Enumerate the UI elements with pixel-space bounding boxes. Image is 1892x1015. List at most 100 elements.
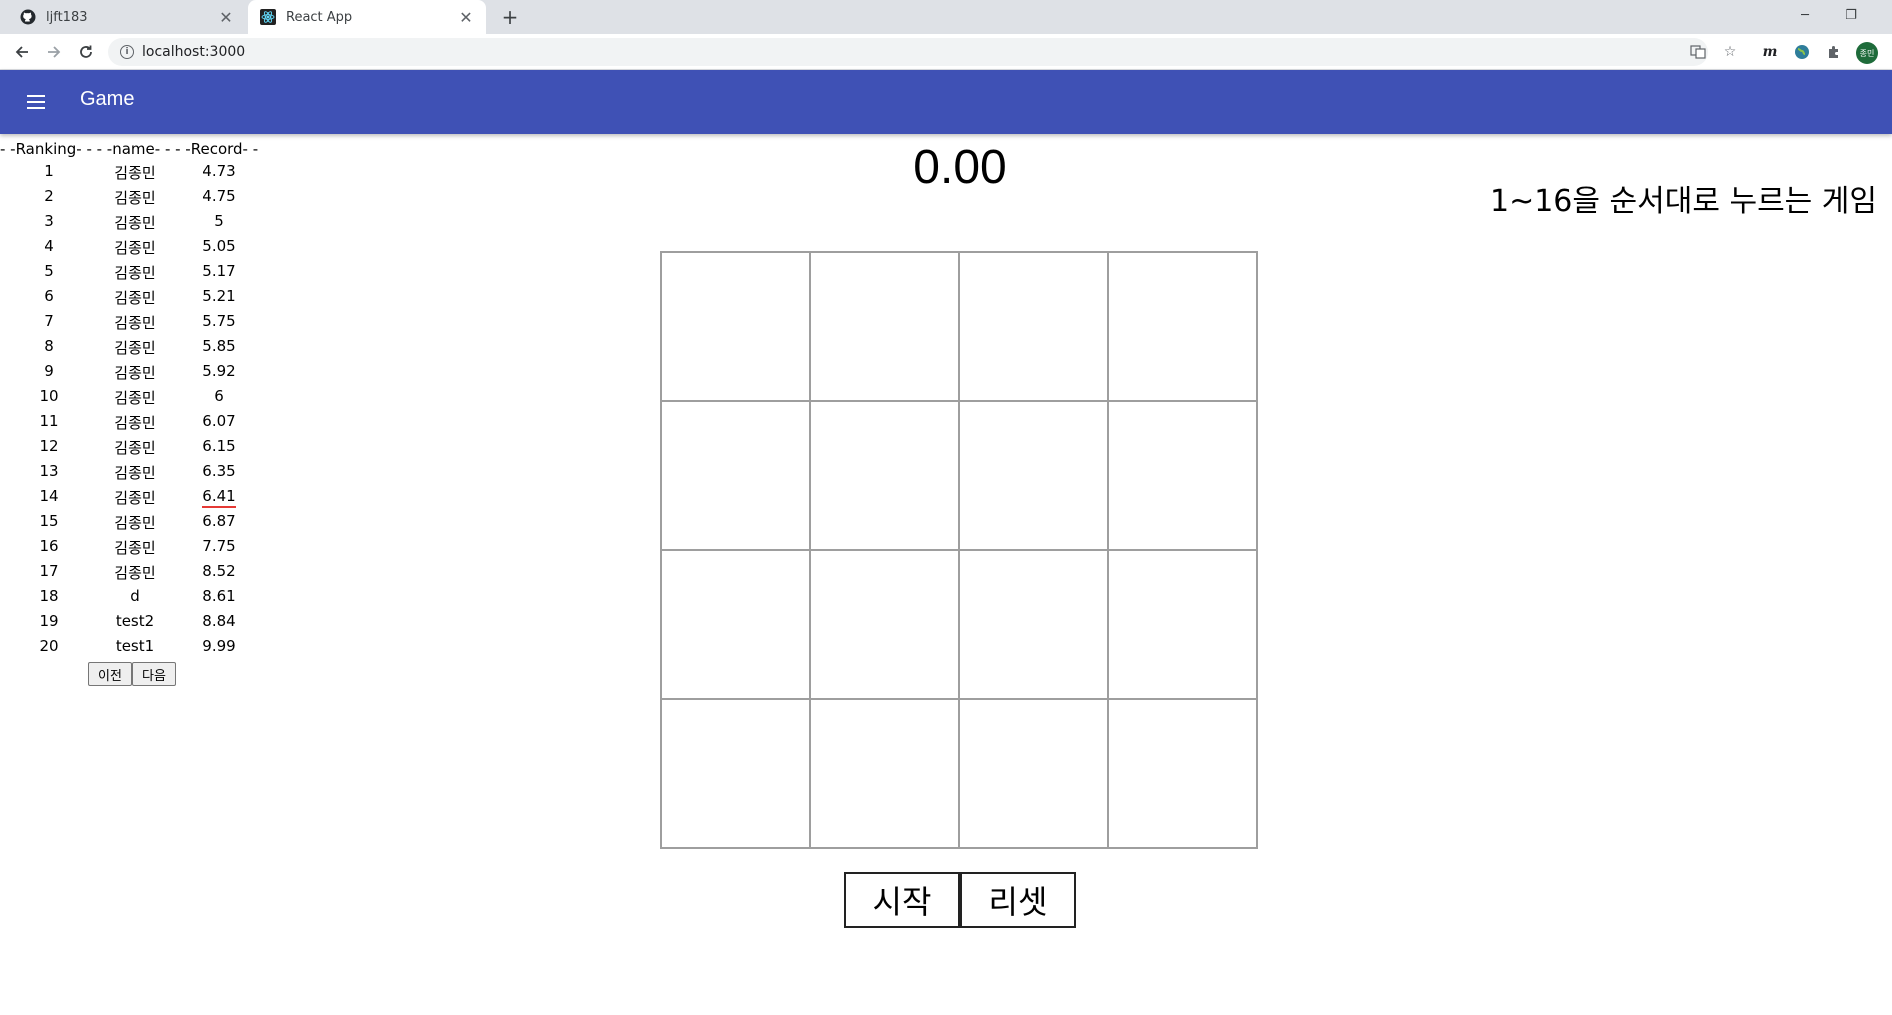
ranking-pager: 이전 다음 [88,662,176,686]
ranking-row: 13 김종민 6.35 [0,460,270,485]
rank-cell: 16 [39,537,59,555]
name-cell: d [130,587,140,605]
info-icon[interactable]: i [120,45,134,59]
ranking-row: 19 test2 8.84 [0,610,270,635]
prev-page-button[interactable]: 이전 [88,662,132,686]
record-cell: 5.75 [202,312,236,330]
record-cell: 5.21 [202,287,236,305]
ranking-row: 10 김종민 6 [0,385,270,410]
forward-arrow-icon[interactable] [40,38,68,66]
ranking-row: 2 김종민 4.75 [0,185,270,210]
close-icon[interactable]: ✕ [214,5,238,29]
rank-cell: 18 [39,587,59,605]
record-cell: 5.85 [202,337,236,355]
grid-cell[interactable] [1108,550,1257,699]
address-bar[interactable]: i localhost:3000 [108,38,1708,66]
grid-cell[interactable] [1108,252,1257,401]
record-cell: 6.35 [202,462,236,480]
close-icon[interactable]: ✕ [454,5,478,29]
record-cell: 6.87 [202,512,236,530]
tab-react-app[interactable]: React App ✕ [248,0,486,34]
tab-title: React App [286,9,353,25]
m-extension-icon[interactable]: m [1758,40,1782,64]
name-cell: 김종민 [114,389,156,407]
record-cell: 5.92 [202,362,236,380]
rank-cell: 7 [44,312,54,330]
rank-cell: 15 [39,512,59,530]
name-cell: 김종민 [114,439,156,457]
rank-cell: 14 [39,487,59,505]
tab-title: ljft183 [46,9,88,25]
record-cell: 5 [214,212,224,230]
back-arrow-icon[interactable] [8,38,36,66]
rank-cell: 4 [44,237,54,255]
grid-cell[interactable] [1108,401,1257,550]
name-cell: 김종민 [114,364,156,382]
url-text: localhost:3000 [142,44,246,60]
record-cell: 9.99 [202,637,236,655]
minimize-icon[interactable]: ─ [1782,0,1828,30]
record-cell: 5.05 [202,237,236,255]
rank-cell: 12 [39,437,59,455]
ranking-row: 16 김종민 7.75 [0,535,270,560]
reload-icon[interactable] [72,38,100,66]
name-cell: test1 [115,637,155,655]
ranking-row: 5 김종민 5.17 [0,260,270,285]
hamburger-menu-icon[interactable] [20,86,52,118]
ranking-row: 15 김종민 6.87 [0,510,270,535]
ranking-row: 4 김종민 5.05 [0,235,270,260]
react-icon [260,9,276,25]
rank-cell: 6 [44,287,54,305]
record-cell: 4.75 [202,187,236,205]
tab-github[interactable]: ljft183 ✕ [8,0,246,34]
grid-cell[interactable] [810,699,959,848]
rank-cell: 11 [39,412,59,430]
extensions-puzzle-icon[interactable] [1822,40,1846,64]
restore-icon[interactable]: ❐ [1828,0,1874,30]
ranking-row: 11 김종민 6.07 [0,410,270,435]
grid-cell[interactable] [959,699,1108,848]
game-grid [660,251,1258,849]
ranking-row: 1 김종민 4.73 [0,160,270,185]
ranking-row: 18 d 8.61 [0,585,270,610]
rank-cell: 3 [44,212,54,230]
ranking-row: 20 test1 9.99 [0,635,270,660]
game-description: 1~16을 순서대로 누르는 게임 [1490,184,1878,219]
rank-cell: 20 [39,637,59,655]
rank-cell: 2 [44,187,54,205]
name-cell: 김종민 [114,539,156,557]
rank-cell: 13 [39,462,59,480]
ranking-row: 12 김종민 6.15 [0,435,270,460]
grid-cell[interactable] [661,401,810,550]
reset-button[interactable]: 리셋 [960,872,1076,928]
new-tab-plus-icon[interactable]: + [496,4,524,30]
name-cell: 김종민 [114,314,156,332]
grid-cell[interactable] [959,401,1108,550]
grid-cell[interactable] [810,252,959,401]
rank-cell: 5 [44,262,54,280]
ranking-rows: 1 김종민 4.73 2 김종민 4.75 3 김종민 5 4 김종민 5.05 5 김종민 5.17 6 김종… [0,160,270,660]
name-cell: 김종민 [114,289,156,307]
grid-cell[interactable] [810,401,959,550]
grid-cell[interactable] [959,550,1108,699]
next-page-button[interactable]: 다음 [132,662,176,686]
bookmark-star-icon[interactable]: ☆ [1718,40,1742,64]
game-controls: 시작 리셋 [844,872,1076,928]
browser-toolbar: i localhost:3000 ☆ m 종민 [0,34,1892,70]
github-icon [20,9,36,25]
grid-cell[interactable] [959,252,1108,401]
record-cell: 8.84 [202,612,236,630]
grid-cell[interactable] [661,699,810,848]
grid-cell[interactable] [661,252,810,401]
profile-avatar[interactable]: 종민 [1856,42,1878,64]
globe-extension-icon[interactable] [1790,40,1814,64]
name-cell: 김종민 [114,214,156,232]
grid-cell[interactable] [661,550,810,699]
ranking-row: 17 김종민 8.52 [0,560,270,585]
ranking-row: 9 김종민 5.92 [0,360,270,385]
grid-cell[interactable] [810,550,959,699]
start-button[interactable]: 시작 [844,872,960,928]
translate-icon[interactable] [1686,40,1710,64]
rank-cell: 1 [44,162,54,180]
grid-cell[interactable] [1108,699,1257,848]
